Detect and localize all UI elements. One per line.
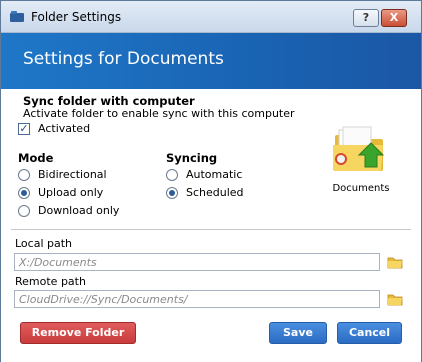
settings-panel: Sync folder with computer Activate folde… (1, 89, 421, 362)
sync-section-title: Sync folder with computer (23, 94, 195, 108)
save-button[interactable]: Save (269, 322, 327, 344)
cancel-button[interactable]: Cancel (337, 322, 402, 344)
activated-label[interactable]: Activated (38, 122, 90, 135)
sync-description: Activate folder to enable sync with this… (23, 107, 295, 120)
syncing-option-label[interactable]: Automatic (186, 168, 242, 181)
divider (11, 229, 411, 230)
folder-icon[interactable] (387, 292, 403, 306)
title-bar[interactable]: Folder Settings ? X (1, 1, 421, 33)
remote-path-label: Remote path (15, 275, 86, 288)
local-path-label: Local path (15, 237, 73, 250)
app-icon (10, 11, 24, 22)
help-button[interactable]: ? (353, 9, 379, 27)
mode-title: Mode (18, 151, 54, 165)
syncing-radio-automatic[interactable] (166, 169, 178, 181)
close-button[interactable]: X (381, 9, 407, 27)
activated-checkbox[interactable]: ✓ (18, 123, 30, 135)
mode-radio-upload-only[interactable] (18, 187, 30, 199)
remote-path-input[interactable]: CloudDrive://Sync/Documents/ (14, 290, 380, 308)
mode-option-label[interactable]: Upload only (38, 186, 103, 199)
mode-option-label[interactable]: Download only (38, 204, 119, 217)
mode-radio-bidirectional[interactable] (18, 169, 30, 181)
header-banner: Settings for Documents (1, 33, 421, 89)
folder-settings-dialog: Folder Settings ? X Settings for Documen… (0, 0, 422, 362)
folder-caption: Documents (332, 183, 390, 194)
page-title: Settings for Documents (23, 49, 224, 69)
syncing-option-label[interactable]: Scheduled (186, 186, 244, 199)
local-path-input[interactable]: X:/Documents (14, 253, 380, 271)
window-title: Folder Settings (31, 10, 122, 24)
mode-option-label[interactable]: Bidirectional (38, 168, 107, 181)
syncing-radio-scheduled[interactable] (166, 187, 178, 199)
remove-folder-button[interactable]: Remove Folder (20, 322, 136, 344)
mode-radio-download-only[interactable] (18, 205, 30, 217)
folder-icon[interactable] (387, 255, 403, 269)
folder-sync-icon (333, 126, 385, 171)
syncing-title: Syncing (166, 151, 218, 165)
